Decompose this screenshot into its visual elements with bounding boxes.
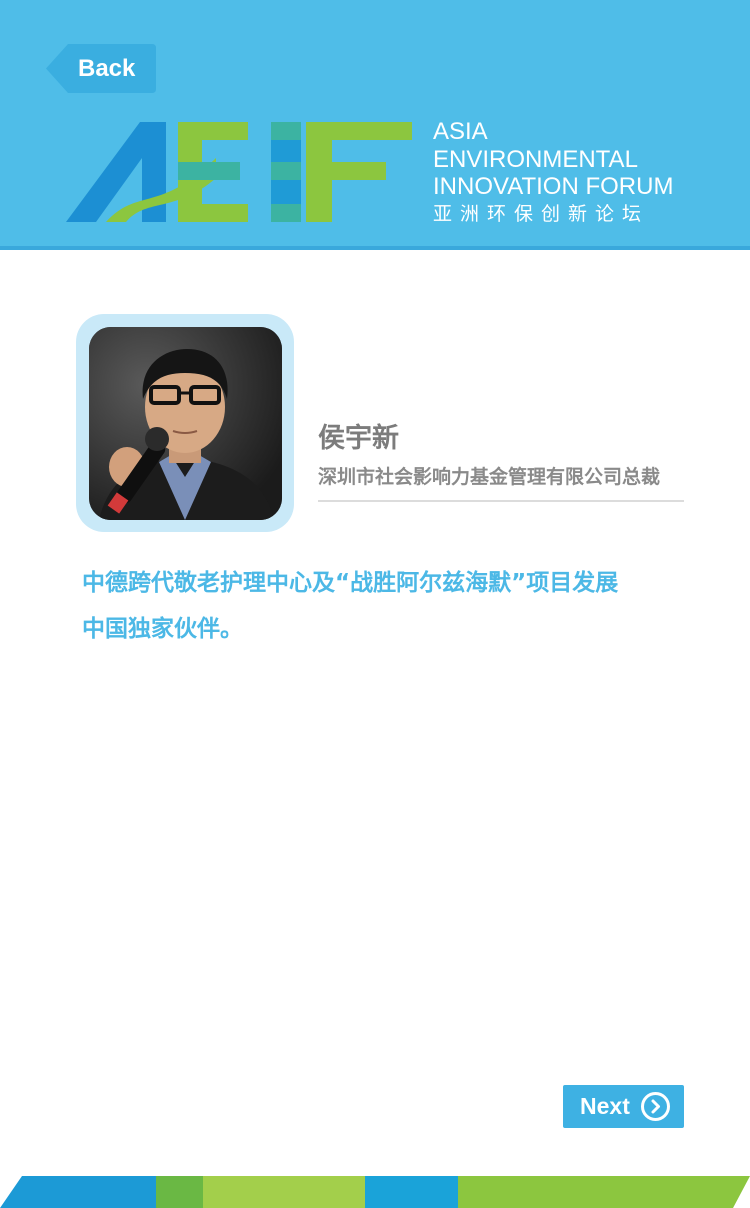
logo-wordmark: ASIA ENVIRONMENTAL INNOVATION FORUM 亚洲环保…	[433, 118, 673, 229]
portrait-illustration	[89, 327, 282, 520]
description-line-2: 中国独家伙伴。	[82, 616, 243, 642]
next-button[interactable]: Next	[563, 1085, 684, 1128]
aeif-logo-mark	[66, 122, 412, 222]
back-button[interactable]: Back	[46, 44, 156, 93]
avatar	[89, 327, 282, 520]
back-button-label: Back	[78, 55, 136, 82]
logo-line-environmental: ENVIRONMENTAL	[433, 145, 638, 173]
logo-line-asia: ASIA	[433, 118, 488, 145]
footer-color-bar	[0, 1176, 750, 1208]
description-line-1: 中德跨代敬老护理中心及“战胜阿尔兹海默”项目发展	[82, 570, 619, 596]
chevron-right-circle-icon	[641, 1092, 670, 1121]
person-name: 侯宇新	[318, 423, 399, 454]
divider	[318, 500, 684, 502]
person-description: 中德跨代敬老护理中心及“战胜阿尔兹海默”项目发展 中国独家伙伴。	[82, 560, 692, 652]
person-title: 深圳市社会影响力基金管理有限公司总裁	[318, 466, 661, 488]
header-banner: Back ASIA ENVIRONMENTAL INNOVATION FORUM…	[0, 0, 750, 250]
next-button-label: Next	[580, 1093, 630, 1119]
logo-line-innovation-forum: INNOVATION FORUM	[433, 173, 674, 200]
logo-chinese-name: 亚洲环保创新论坛	[433, 203, 650, 225]
